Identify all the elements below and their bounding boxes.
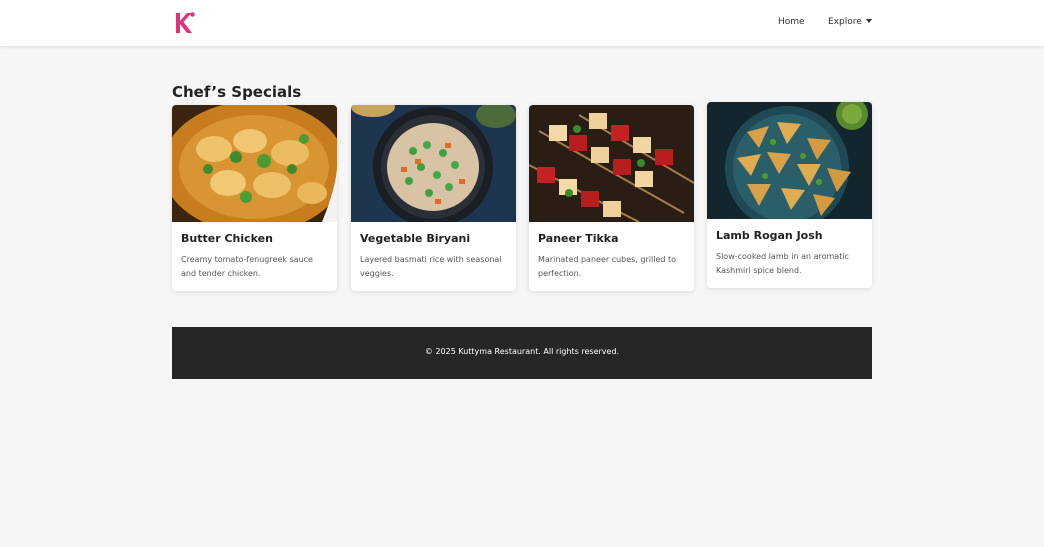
card-title: Paneer Tikka [538, 232, 619, 245]
navbar: Home Explore [0, 0, 1044, 46]
menu-card-butter-chicken[interactable]: Butter Chicken Creamy tomato-fenugreek s… [172, 105, 337, 291]
card-description: Marinated paneer cubes, grilled to perfe… [538, 255, 677, 278]
nav-home-link[interactable]: Home [778, 17, 805, 27]
footer-copyright: © 2025 Kuttyma Restaurant. All rights re… [424, 347, 620, 356]
k-logo-icon [176, 12, 195, 33]
brand-logo[interactable] [172, 11, 196, 35]
menu-card-lamb-rogan-josh[interactable]: Lamb Rogan Josh Slow-cooked lamb in an a… [707, 102, 872, 288]
card-title: Vegetable Biryani [360, 232, 471, 245]
menu-card-paneer-tikka[interactable]: Paneer Tikka Marinated paneer cubes, gri… [529, 105, 694, 291]
section-title: Chef’s Specials [172, 83, 302, 101]
nav-home-label: Home [778, 17, 805, 27]
card-title: Butter Chicken [181, 232, 273, 245]
footer: © 2025 Kuttyma Restaurant. All rights re… [172, 327, 872, 379]
lamb-rogan-josh-image [707, 102, 872, 219]
caret-down-icon [865, 19, 872, 23]
card-description: Slow-cooked lamb in an aromatic Kashmiri… [716, 252, 849, 275]
card-description: Layered basmati rice with seasonal veggi… [360, 255, 502, 278]
card-title: Lamb Rogan Josh [716, 229, 823, 242]
card-description: Creamy tomato-fenugreek sauce and tender… [181, 255, 313, 278]
nav-explore-label: Explore [828, 17, 862, 27]
nav-explore-dropdown[interactable]: Explore [828, 17, 872, 27]
menu-card-vegetable-biryani[interactable]: Vegetable Biryani Layered basmati rice w… [351, 105, 516, 291]
vegetable-biryani-image [351, 105, 516, 222]
paneer-tikka-image [529, 105, 694, 222]
butter-chicken-image [172, 105, 337, 222]
